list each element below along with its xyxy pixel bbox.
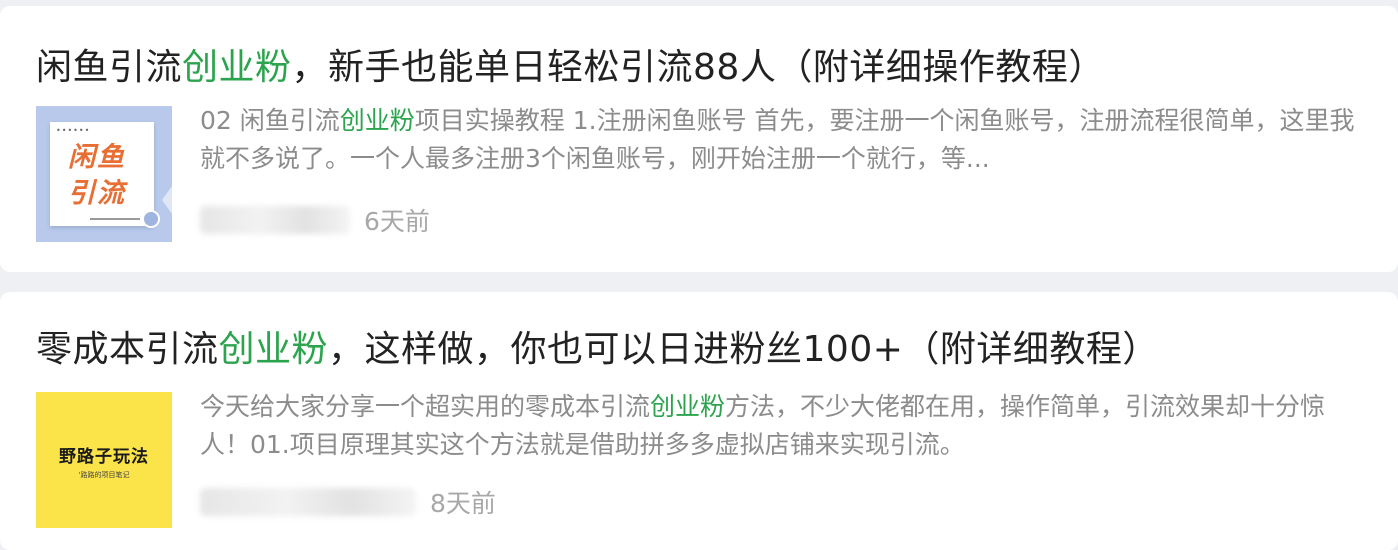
article-feed: 闲鱼引流创业粉，新手也能单日轻松引流88人（附详细操作教程） •••••• 闲鱼… — [0, 0, 1398, 550]
article-card[interactable]: 零成本引流创业粉，这样做，你也可以日进粉丝100+（附详细教程） 野路子玩法 '… — [0, 292, 1398, 550]
title-keyword: 创业粉 — [182, 47, 292, 88]
thumbnail-paper: •••••• 闲鱼引流 — [50, 122, 154, 226]
article-excerpt[interactable]: 02 闲鱼引流创业粉项目实操教程 1.注册闲鱼账号 首先，要注册一个闲鱼账号，注… — [200, 102, 1370, 178]
title-suffix: ，这样做，你也可以日进粉丝100+（附详细教程） — [328, 329, 1159, 370]
publish-time: 8天前 — [430, 489, 496, 518]
title-prefix: 零成本引流 — [36, 329, 219, 370]
article-title[interactable]: 闲鱼引流创业粉，新手也能单日轻松引流88人（附详细操作教程） — [36, 38, 1105, 90]
excerpt-prefix: 02 闲鱼引流 — [200, 106, 340, 135]
author-name-blurred[interactable] — [200, 206, 350, 234]
title-suffix: ，新手也能单日轻松引流88人（附详细操作教程） — [291, 47, 1105, 88]
article-meta: 6天前 — [200, 200, 430, 240]
article-excerpt[interactable]: 今天给大家分享一个超实用的零成本引流创业粉方法，不少大佬都在用，操作简单，引流效… — [200, 388, 1370, 464]
excerpt-prefix: 今天给大家分享一个超实用的零成本引流 — [200, 392, 651, 421]
thumbnail-text: 野路子玩法 — [59, 447, 149, 467]
thumbnail-circle-icon — [142, 210, 160, 228]
title-prefix: 闲鱼引流 — [36, 47, 183, 88]
article-card[interactable]: 闲鱼引流创业粉，新手也能单日轻松引流88人（附详细操作教程） •••••• 闲鱼… — [0, 6, 1398, 272]
thumbnail-dots: •••••• — [56, 126, 91, 135]
excerpt-keyword: 创业粉 — [650, 392, 726, 421]
thumbnail-subtext: '路路的项目笔记 — [78, 471, 130, 479]
thumbnail-arrow-icon — [162, 186, 172, 214]
excerpt-keyword: 创业粉 — [339, 106, 415, 135]
publish-time: 6天前 — [364, 207, 430, 236]
thumbnail-text: 闲鱼引流 — [68, 142, 126, 209]
author-name-blurred[interactable] — [200, 488, 416, 516]
title-keyword: 创业粉 — [218, 329, 329, 370]
thumbnail-footer-line — [90, 218, 140, 220]
article-meta: 8天前 — [200, 482, 496, 522]
article-thumbnail[interactable]: •••••• 闲鱼引流 — [36, 106, 172, 242]
article-title[interactable]: 零成本引流创业粉，这样做，你也可以日进粉丝100+（附详细教程） — [36, 320, 1159, 372]
article-thumbnail[interactable]: 野路子玩法 '路路的项目笔记 — [36, 392, 172, 528]
